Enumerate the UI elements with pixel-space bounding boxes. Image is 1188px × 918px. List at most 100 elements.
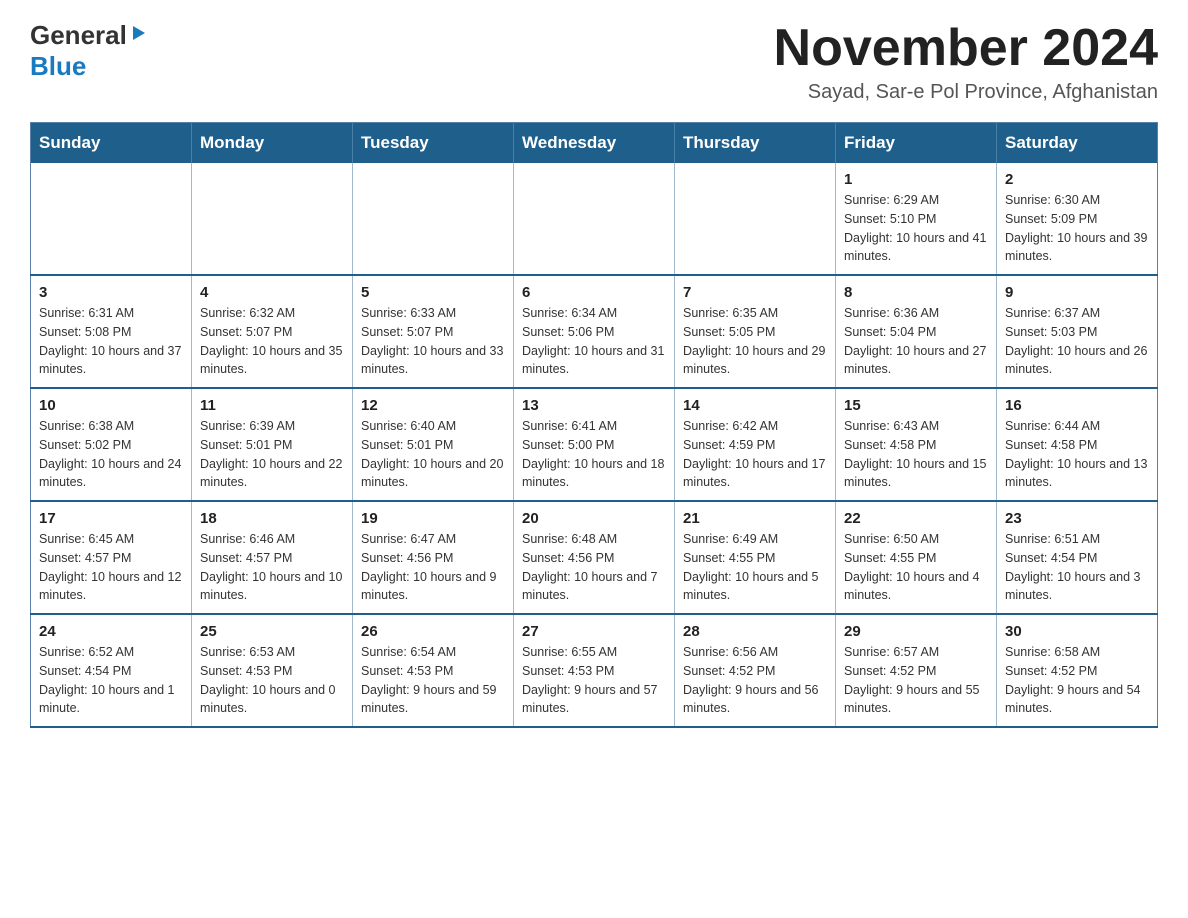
day-info: Sunrise: 6:30 AMSunset: 5:09 PMDaylight:… <box>1005 191 1149 266</box>
calendar-cell: 29Sunrise: 6:57 AMSunset: 4:52 PMDayligh… <box>836 614 997 727</box>
calendar-cell: 26 Sunrise: 6:54 AMSunset: 4:53 PMDayligh… <box>353 614 514 727</box>
day-info: Sunrise: 6:37 AMSunset: 5:03 PMDaylight:… <box>1005 304 1149 379</box>
day-info: Sunrise: 6:33 AMSunset: 5:07 PMDaylight:… <box>361 304 505 379</box>
calendar-cell: 23 Sunrise: 6:51 AMSunset: 4:54 PMDayligh… <box>997 501 1158 614</box>
day-number: 15 <box>844 397 988 414</box>
calendar-cell <box>675 163 836 275</box>
calendar-cell: 25 Sunrise: 6:53 AMSunset: 4:53 PMDayligh… <box>192 614 353 727</box>
day-info: Sunrise: 6:40 AMSunset: 5:01 PMDaylight:… <box>361 417 505 492</box>
day-info: Sunrise: 6:36 AMSunset: 5:04 PMDaylight:… <box>844 304 988 379</box>
day-info: Sunrise: 6:55 AMSunset: 4:53 PMDaylight:… <box>522 643 666 718</box>
calendar-cell: 30 Sunrise: 6:58 AMSunset: 4:52 PMDayligh… <box>997 614 1158 727</box>
day-number: 6 <box>522 284 666 301</box>
day-info: Sunrise: 6:43 AMSunset: 4:58 PMDaylight:… <box>844 417 988 492</box>
calendar-cell <box>192 163 353 275</box>
day-number: 9 <box>1005 284 1149 301</box>
calendar-cell: 22Sunrise: 6:50 AMSunset: 4:55 PMDayligh… <box>836 501 997 614</box>
day-number: 14 <box>683 397 827 414</box>
calendar-cell: 12 Sunrise: 6:40 AMSunset: 5:01 PMDayligh… <box>353 388 514 501</box>
calendar-cell: 27 Sunrise: 6:55 AMSunset: 4:53 PMDayligh… <box>514 614 675 727</box>
calendar-cell: 19 Sunrise: 6:47 AMSunset: 4:56 PMDayligh… <box>353 501 514 614</box>
calendar-cell: 6Sunrise: 6:34 AMSunset: 5:06 PMDaylight… <box>514 275 675 388</box>
day-number: 18 <box>200 510 344 527</box>
calendar-header-sunday: Sunday <box>31 123 192 164</box>
day-number: 8 <box>844 284 988 301</box>
day-number: 4 <box>200 284 344 301</box>
day-number: 20 <box>522 510 666 527</box>
day-info: Sunrise: 6:39 AMSunset: 5:01 PMDaylight:… <box>200 417 344 492</box>
calendar-cell: 8 Sunrise: 6:36 AMSunset: 5:04 PMDaylight… <box>836 275 997 388</box>
day-number: 25 <box>200 623 344 640</box>
day-number: 3 <box>39 284 183 301</box>
page-subtitle: Sayad, Sar-e Pol Province, Afghanistan <box>774 81 1158 104</box>
logo: General Blue <box>30 20 147 82</box>
calendar-header-thursday: Thursday <box>675 123 836 164</box>
day-info: Sunrise: 6:54 AMSunset: 4:53 PMDaylight:… <box>361 643 505 718</box>
calendar-cell: 20 Sunrise: 6:48 AMSunset: 4:56 PMDayligh… <box>514 501 675 614</box>
calendar-cell: 3 Sunrise: 6:31 AMSunset: 5:08 PMDaylight… <box>31 275 192 388</box>
calendar-header-monday: Monday <box>192 123 353 164</box>
calendar-header-row: SundayMondayTuesdayWednesdayThursdayFrid… <box>31 123 1158 164</box>
calendar-week-row: 10 Sunrise: 6:38 AMSunset: 5:02 PMDayligh… <box>31 388 1158 501</box>
day-info: Sunrise: 6:45 AMSunset: 4:57 PMDaylight:… <box>39 530 183 605</box>
logo-blue-text: Blue <box>30 51 86 81</box>
day-info: Sunrise: 6:44 AMSunset: 4:58 PMDaylight:… <box>1005 417 1149 492</box>
calendar-cell: 24Sunrise: 6:52 AMSunset: 4:54 PMDayligh… <box>31 614 192 727</box>
calendar-cell: 16 Sunrise: 6:44 AMSunset: 4:58 PMDayligh… <box>997 388 1158 501</box>
calendar-cell: 10 Sunrise: 6:38 AMSunset: 5:02 PMDayligh… <box>31 388 192 501</box>
calendar-cell: 14 Sunrise: 6:42 AMSunset: 4:59 PMDayligh… <box>675 388 836 501</box>
calendar-cell <box>514 163 675 275</box>
calendar-table: SundayMondayTuesdayWednesdayThursdayFrid… <box>30 122 1158 728</box>
title-section: November 2024 Sayad, Sar-e Pol Province,… <box>774 20 1158 104</box>
calendar-header-saturday: Saturday <box>997 123 1158 164</box>
page-title: November 2024 <box>774 20 1158 77</box>
day-info: Sunrise: 6:49 AMSunset: 4:55 PMDaylight:… <box>683 530 827 605</box>
calendar-cell <box>353 163 514 275</box>
logo-general-text: General <box>30 20 127 51</box>
day-info: Sunrise: 6:51 AMSunset: 4:54 PMDaylight:… <box>1005 530 1149 605</box>
calendar-cell: 18 Sunrise: 6:46 AMSunset: 4:57 PMDayligh… <box>192 501 353 614</box>
day-number: 30 <box>1005 623 1149 640</box>
page-header: General Blue November 2024 Sayad, Sar-e … <box>30 20 1158 104</box>
calendar-cell: 21 Sunrise: 6:49 AMSunset: 4:55 PMDayligh… <box>675 501 836 614</box>
day-number: 28 <box>683 623 827 640</box>
calendar-cell: 28Sunrise: 6:56 AMSunset: 4:52 PMDayligh… <box>675 614 836 727</box>
day-number: 1 <box>844 171 988 188</box>
calendar-cell: 5Sunrise: 6:33 AMSunset: 5:07 PMDaylight… <box>353 275 514 388</box>
calendar-cell: 17Sunrise: 6:45 AMSunset: 4:57 PMDayligh… <box>31 501 192 614</box>
day-number: 26 <box>361 623 505 640</box>
day-info: Sunrise: 6:58 AMSunset: 4:52 PMDaylight:… <box>1005 643 1149 718</box>
calendar-week-row: 24Sunrise: 6:52 AMSunset: 4:54 PMDayligh… <box>31 614 1158 727</box>
day-number: 21 <box>683 510 827 527</box>
calendar-cell: 4Sunrise: 6:32 AMSunset: 5:07 PMDaylight… <box>192 275 353 388</box>
calendar-header-friday: Friday <box>836 123 997 164</box>
calendar-cell: 7Sunrise: 6:35 AMSunset: 5:05 PMDaylight… <box>675 275 836 388</box>
calendar-cell: 9 Sunrise: 6:37 AMSunset: 5:03 PMDaylight… <box>997 275 1158 388</box>
day-info: Sunrise: 6:42 AMSunset: 4:59 PMDaylight:… <box>683 417 827 492</box>
day-info: Sunrise: 6:57 AMSunset: 4:52 PMDaylight:… <box>844 643 988 718</box>
day-number: 16 <box>1005 397 1149 414</box>
day-info: Sunrise: 6:48 AMSunset: 4:56 PMDaylight:… <box>522 530 666 605</box>
day-info: Sunrise: 6:53 AMSunset: 4:53 PMDaylight:… <box>200 643 344 718</box>
day-info: Sunrise: 6:47 AMSunset: 4:56 PMDaylight:… <box>361 530 505 605</box>
day-number: 23 <box>1005 510 1149 527</box>
day-info: Sunrise: 6:41 AMSunset: 5:00 PMDaylight:… <box>522 417 666 492</box>
day-number: 27 <box>522 623 666 640</box>
day-number: 13 <box>522 397 666 414</box>
day-number: 7 <box>683 284 827 301</box>
day-info: Sunrise: 6:46 AMSunset: 4:57 PMDaylight:… <box>200 530 344 605</box>
calendar-cell <box>31 163 192 275</box>
calendar-cell: 15 Sunrise: 6:43 AMSunset: 4:58 PMDayligh… <box>836 388 997 501</box>
calendar-cell: 13 Sunrise: 6:41 AMSunset: 5:00 PMDayligh… <box>514 388 675 501</box>
day-number: 12 <box>361 397 505 414</box>
day-number: 10 <box>39 397 183 414</box>
calendar-cell: 1 Sunrise: 6:29 AMSunset: 5:10 PMDaylight… <box>836 163 997 275</box>
calendar-week-row: 3 Sunrise: 6:31 AMSunset: 5:08 PMDaylight… <box>31 275 1158 388</box>
day-info: Sunrise: 6:38 AMSunset: 5:02 PMDaylight:… <box>39 417 183 492</box>
calendar-cell: 11Sunrise: 6:39 AMSunset: 5:01 PMDayligh… <box>192 388 353 501</box>
day-number: 19 <box>361 510 505 527</box>
day-info: Sunrise: 6:29 AMSunset: 5:10 PMDaylight:… <box>844 191 988 266</box>
calendar-header-wednesday: Wednesday <box>514 123 675 164</box>
calendar-week-row: 1 Sunrise: 6:29 AMSunset: 5:10 PMDaylight… <box>31 163 1158 275</box>
day-info: Sunrise: 6:31 AMSunset: 5:08 PMDaylight:… <box>39 304 183 379</box>
